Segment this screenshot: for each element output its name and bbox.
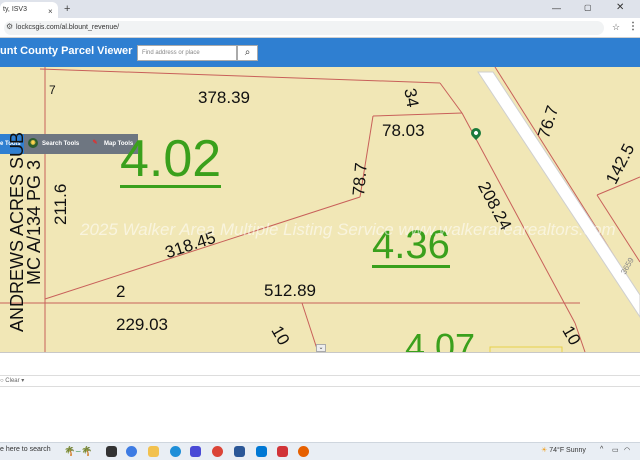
app-icon[interactable] <box>277 446 288 457</box>
search-tools-label: Search Tools <box>42 141 80 147</box>
dimension-label: 512.89 <box>264 281 316 300</box>
display-icon[interactable]: ▭ <box>612 446 619 454</box>
browser-menu-icon[interactable]: ⋮ <box>628 21 638 32</box>
outlook-icon[interactable] <box>256 446 267 457</box>
subdivision-plat-label: MC A/134 PG 3 <box>24 159 44 285</box>
url-text[interactable]: lockcsgis.com/al.blount_revenue/ <box>16 21 119 35</box>
weather-widget[interactable]: ☀ 74°F Sunny <box>541 446 586 454</box>
divider <box>0 375 640 376</box>
dimension-label: 7 <box>49 83 56 97</box>
firefox-icon[interactable] <box>298 446 309 457</box>
map-tools-icon: ✎ <box>92 140 98 147</box>
watermark: 2025 Walker Area Multiple Listing Servic… <box>80 220 616 239</box>
search-icon: ⌕ <box>244 47 251 58</box>
wifi-icon[interactable]: ◠ <box>624 446 630 454</box>
search-tools-icon: ◉ <box>28 138 38 149</box>
taskbar: e here to search 🌴⌣🌴 ☀ 74°F Sunny ^ ▭ ◠ <box>0 442 640 460</box>
dimension-label: 211.6 <box>51 183 70 225</box>
copilot-icon[interactable] <box>126 446 137 457</box>
dimension-label: 78.7 <box>349 161 371 197</box>
browser-tab-bar: ty, ISV3 × + — ▢ ✕ <box>0 0 640 18</box>
browser-tab[interactable]: ty, ISV3 × <box>0 2 58 18</box>
acreage-label: 4.07 <box>405 326 476 353</box>
app-title: unt County Parcel Viewer <box>0 45 133 57</box>
dimension-label: 78.03 <box>382 121 425 140</box>
chevron-down-icon[interactable]: ⌄ <box>316 344 326 352</box>
tab-close-icon[interactable]: × <box>48 4 53 18</box>
task-view-icon[interactable] <box>106 446 117 457</box>
edge-icon[interactable] <box>170 446 181 457</box>
parcel-map[interactable]: e Tools ◉ Search Tools ✎ Map Tools 378.39 … <box>0 67 640 352</box>
url-field[interactable]: ⚙ lockcsgis.com/al.blount_revenue/ <box>4 21 604 35</box>
hammock-icon: 🌴⌣🌴 <box>64 446 93 456</box>
address-search-input[interactable]: Find address or place <box>137 45 237 61</box>
search-button[interactable]: ⌕ <box>237 45 258 61</box>
minimize-icon[interactable]: — <box>552 3 561 13</box>
clear-select[interactable]: ○ Clear ▾ <box>0 377 24 384</box>
search-tools-button[interactable]: ◉ Search Tools <box>28 134 79 154</box>
dimension-label: 378.39 <box>198 88 250 107</box>
address-bar: ⚙ lockcsgis.com/al.blount_revenue/ ☆ ⋮ <box>0 18 640 38</box>
chevron-up-icon[interactable]: ^ <box>600 446 603 453</box>
dimension-label: 2 <box>116 282 126 301</box>
divider <box>0 386 640 387</box>
window-close-icon[interactable]: ✕ <box>616 2 624 13</box>
new-tab-icon[interactable]: + <box>64 2 70 16</box>
app-header: unt County Parcel Viewer Find address or… <box>0 38 640 67</box>
store-icon[interactable] <box>190 446 201 457</box>
results-panel: ○ Clear ▾ <box>0 352 640 442</box>
bookmark-star-icon[interactable]: ☆ <box>612 22 620 33</box>
weather-text: 74°F Sunny <box>549 447 586 454</box>
taskbar-search[interactable]: e here to search <box>0 446 51 453</box>
browser-tab-title: ty, ISV3 <box>3 6 27 13</box>
dimension-label: 229.03 <box>116 315 168 334</box>
site-info-icon[interactable]: ⚙ <box>6 22 13 31</box>
word-icon[interactable] <box>234 446 245 457</box>
dimension-label: 34 <box>400 86 423 109</box>
maximize-icon[interactable]: ▢ <box>584 3 592 12</box>
file-explorer-icon[interactable] <box>148 446 159 457</box>
acreage-label: 4.02 <box>120 130 222 188</box>
sun-icon: ☀ <box>541 447 548 454</box>
clear-label: Clear <box>5 378 20 384</box>
chrome-icon[interactable] <box>212 446 223 457</box>
